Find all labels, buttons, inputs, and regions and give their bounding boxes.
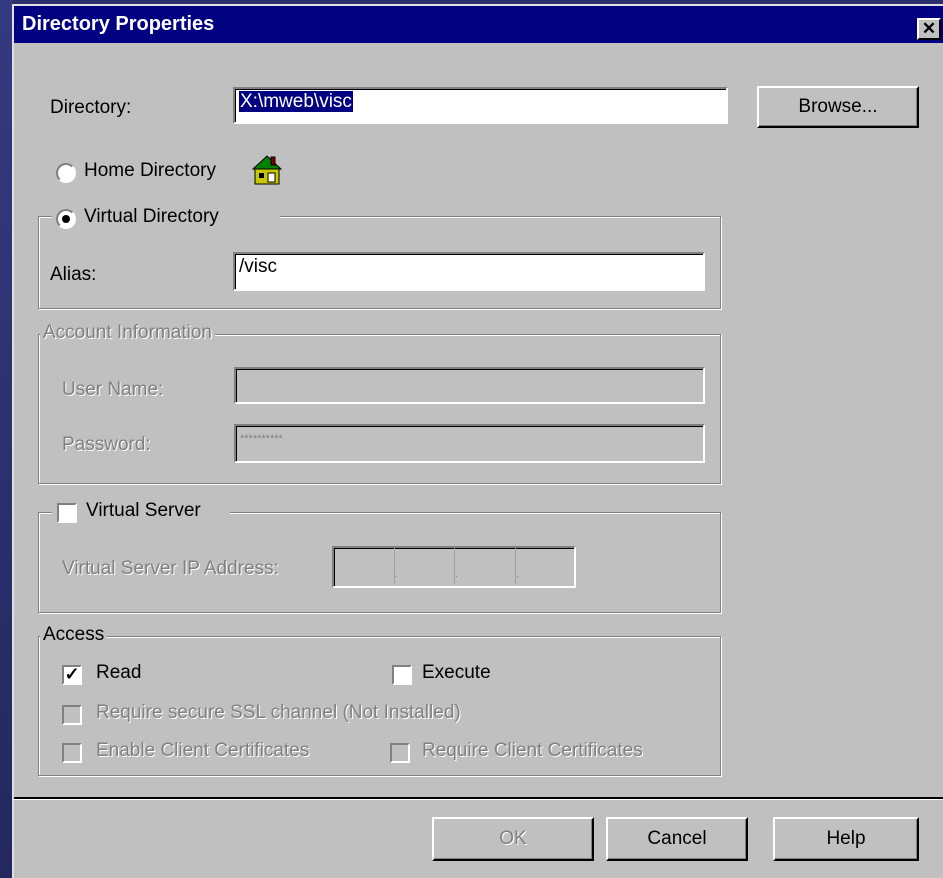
- help-button-label: Help: [826, 828, 866, 849]
- ip-octet-2: [396, 548, 455, 584]
- browse-button[interactable]: Browse...: [757, 86, 919, 128]
- virtual-server-ip-field: . . .: [332, 546, 576, 588]
- execute-checkbox[interactable]: [392, 665, 412, 685]
- close-button[interactable]: ✕: [917, 18, 941, 40]
- user-name-field: [234, 367, 705, 404]
- directory-properties-dialog: Directory Properties ✕ Directory: X:\mwe…: [12, 4, 943, 878]
- home-folder-icon: [252, 155, 282, 185]
- require-client-certificates-checkbox: [390, 743, 410, 763]
- ip-octet-1: [334, 548, 395, 584]
- title-bar[interactable]: Directory Properties ✕: [14, 6, 943, 43]
- read-label: Read: [96, 662, 142, 683]
- ssl-label: Require secure SSL channel (Not Installe…: [96, 702, 461, 723]
- enable-client-certificates-label: Enable Client Certificates: [96, 740, 310, 761]
- access-legend: Access: [40, 624, 108, 646]
- cancel-button-label: Cancel: [647, 828, 707, 849]
- virtual-directory-label: Virtual Directory: [84, 206, 219, 227]
- require-client-certificates-label: Require Client Certificates: [422, 740, 643, 761]
- virtual-server-checkbox[interactable]: [57, 503, 77, 523]
- desktop-background: [0, 0, 12, 878]
- footer-separator-highlight: [14, 799, 943, 800]
- browse-button-label: Browse...: [798, 96, 878, 117]
- ip-octet-3: [457, 548, 516, 584]
- password-value: **********: [240, 433, 283, 445]
- directory-input[interactable]: X:\mweb\visc: [233, 87, 728, 124]
- virtual-directory-radio[interactable]: [56, 209, 76, 229]
- directory-label: Directory:: [50, 97, 132, 118]
- password-label: Password:: [62, 434, 151, 455]
- alias-label: Alias:: [50, 264, 97, 285]
- execute-label: Execute: [422, 662, 491, 683]
- home-directory-label: Home Directory: [84, 160, 216, 181]
- alias-input[interactable]: /visc: [233, 252, 705, 291]
- virtual-server-label: Virtual Server: [86, 500, 201, 521]
- read-checkbox[interactable]: ✓: [62, 665, 82, 685]
- virtual-server-ip-label: Virtual Server IP Address:: [62, 558, 279, 579]
- account-information-legend: Account Information: [40, 322, 215, 344]
- password-field: **********: [234, 424, 705, 463]
- directory-input-value: X:\mweb\visc: [239, 91, 353, 112]
- ok-button[interactable]: OK: [432, 817, 594, 861]
- dialog-title: Directory Properties: [22, 13, 215, 35]
- checkmark-icon: ✓: [64, 664, 80, 684]
- close-icon: ✕: [921, 19, 937, 38]
- enable-client-certificates-checkbox: [62, 743, 82, 763]
- user-name-label: User Name:: [62, 379, 164, 400]
- home-directory-radio[interactable]: [56, 163, 76, 183]
- cancel-button[interactable]: Cancel: [606, 817, 748, 861]
- alias-input-value: /visc: [239, 256, 277, 277]
- ssl-checkbox: [62, 705, 82, 725]
- ok-button-label: OK: [499, 828, 527, 849]
- help-button[interactable]: Help: [773, 817, 919, 861]
- ip-separator-3: .: [516, 569, 519, 580]
